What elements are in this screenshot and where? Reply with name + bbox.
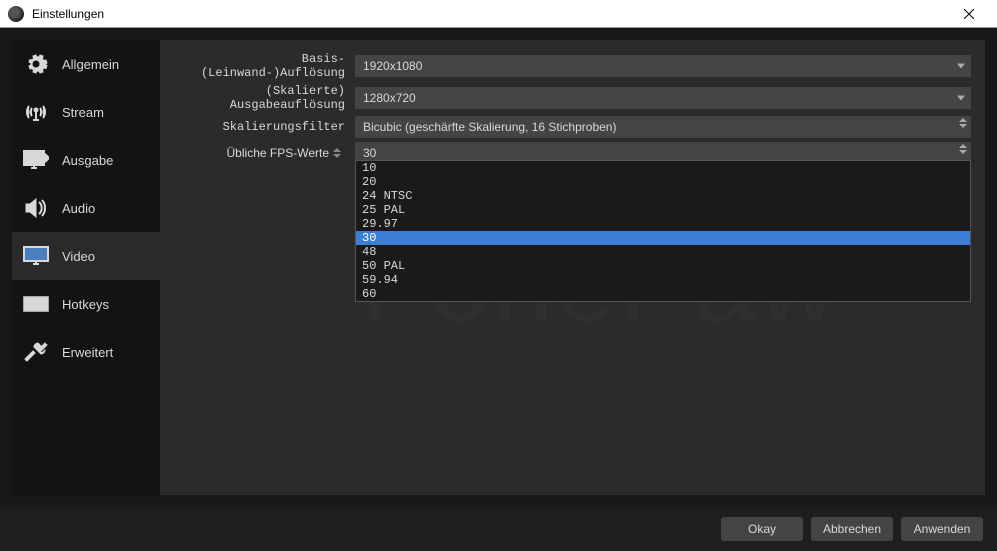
fps-dropdown[interactable]: 102024 NTSC25 PAL29.97304850 PAL59.9460 [355,160,971,302]
fps-option[interactable]: 29.97 [356,217,970,231]
sidebar-item-video[interactable]: Video [12,232,160,280]
sidebar-item-advanced[interactable]: Erweitert [12,328,160,376]
fps-option[interactable]: 20 [356,175,970,189]
row-output-resolution: (Skalierte) Ausgabeauflösung 1280x720 [174,84,971,112]
select-downscale-filter[interactable]: Bicubic (geschärfte Skalierung, 16 Stich… [355,116,971,138]
app-icon [8,6,24,22]
value-downscale-filter: Bicubic (geschärfte Skalierung, 16 Stich… [363,120,616,134]
tools-icon [22,340,50,364]
sidebar-item-label: Erweitert [62,345,113,360]
sidebar-item-stream[interactable]: Stream [12,88,160,136]
label-fps: Übliche FPS-Werte [174,144,349,162]
close-icon [964,9,974,19]
chevron-down-icon [957,64,965,69]
label-base-resolution: Basis-(Leinwand-)Auflösung [174,52,349,80]
label-downscale-filter: Skalierungsfilter [174,120,349,134]
row-downscale-filter: Skalierungsfilter Bicubic (geschärfte Sk… [174,116,971,138]
select-output-resolution[interactable]: 1280x720 [355,87,971,109]
sidebar-item-label: Allgemein [62,57,119,72]
sidebar-item-audio[interactable]: Audio [12,184,160,232]
fps-option[interactable]: 50 PAL [356,259,970,273]
content-area: Allgemein Stream Ausgabe Audio Video [0,28,997,507]
row-base-resolution: Basis-(Leinwand-)Auflösung 1920x1080 [174,52,971,80]
speaker-icon [22,196,50,220]
footer: Okay Abbrechen Anwenden [0,507,997,551]
value-output-resolution: 1280x720 [363,91,416,105]
keyboard-icon [22,292,50,316]
sidebar-item-hotkeys[interactable]: Hotkeys [12,280,160,328]
antenna-icon [22,100,50,124]
fps-option[interactable]: 59.94 [356,273,970,287]
sidebar-item-label: Audio [62,201,95,216]
label-fps-text: Übliche FPS-Werte [227,146,329,160]
fps-option[interactable]: 24 NTSC [356,189,970,203]
fps-option[interactable]: 48 [356,245,970,259]
ok-button[interactable]: Okay [721,517,803,541]
sidebar-item-label: Stream [62,105,104,120]
fps-option[interactable]: 10 [356,161,970,175]
updown-icon [959,144,967,154]
fps-type-spinner[interactable] [333,144,345,162]
chevron-down-icon [957,96,965,101]
main-panel: FonePaw Basis-(Leinwand-)Auflösung 1920x… [160,40,985,495]
monitor-icon [22,244,50,268]
label-output-resolution: (Skalierte) Ausgabeauflösung [174,84,349,112]
sidebar: Allgemein Stream Ausgabe Audio Video [12,40,160,495]
updown-icon [959,118,967,128]
sidebar-item-output[interactable]: Ausgabe [12,136,160,184]
sidebar-item-label: Video [62,249,95,264]
titlebar: Einstellungen [0,0,997,28]
cancel-button[interactable]: Abbrechen [811,517,893,541]
value-fps: 30 [363,146,376,160]
close-button[interactable] [949,0,989,28]
apply-button[interactable]: Anwenden [901,517,983,541]
sidebar-item-label: Ausgabe [62,153,113,168]
fps-option[interactable]: 60 [356,287,970,301]
sidebar-item-label: Hotkeys [62,297,109,312]
fps-option[interactable]: 25 PAL [356,203,970,217]
value-base-resolution: 1920x1080 [363,59,422,73]
sidebar-item-general[interactable]: Allgemein [12,40,160,88]
select-base-resolution[interactable]: 1920x1080 [355,55,971,77]
window-title: Einstellungen [32,7,949,21]
gear-icon [22,52,50,76]
fps-option[interactable]: 30 [356,231,970,245]
output-icon [22,148,50,172]
